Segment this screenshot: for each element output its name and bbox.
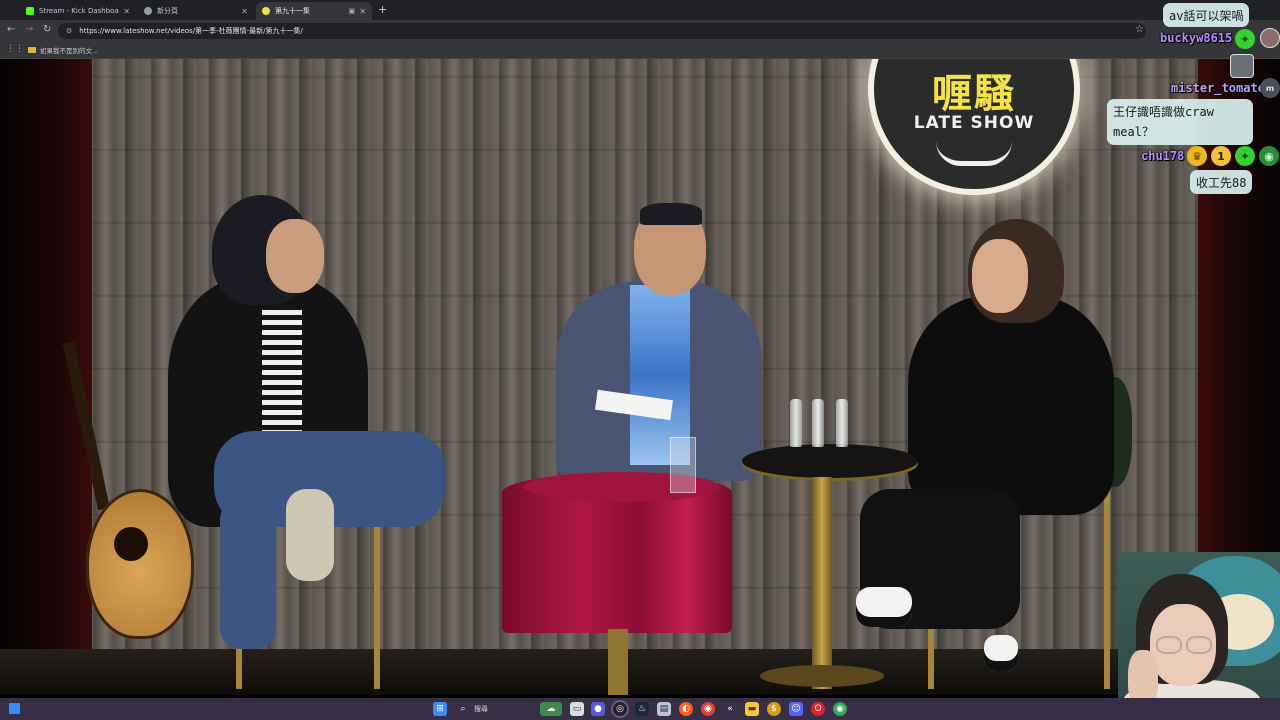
- tab-new-tab[interactable]: 新分頁 ✕: [138, 2, 254, 20]
- coin-icon[interactable]: $: [767, 702, 781, 716]
- glasses-icon: [1156, 636, 1182, 654]
- table-pole: [608, 629, 628, 695]
- windows-taskbar: ⊞ ⌕ 搜尋 ☁ ▭ ● ◎ ♨ ▤ ◐ ◉ « ▬ $ ☺ O ◉: [0, 698, 1280, 720]
- arrow-icon[interactable]: «: [723, 702, 737, 716]
- face: [972, 239, 1028, 313]
- new-tab-button[interactable]: +: [378, 3, 387, 16]
- sneaker: [286, 489, 334, 581]
- logo-subtitle: LATE SHOW: [913, 113, 1035, 133]
- mod-badge-icon: m: [1260, 78, 1280, 98]
- striped-shirt: [262, 305, 302, 445]
- chat-message-text: 王仔識唔識做craw meal？: [1113, 105, 1214, 139]
- tab-close-icon[interactable]: ✕: [123, 7, 130, 16]
- tab-close-icon[interactable]: ✕: [241, 7, 248, 16]
- browser-toolbar: ← → ↻ ⚙ https://www.lateshow.net/videos/…: [0, 20, 1280, 42]
- tab-cast-icon[interactable]: ▣: [349, 7, 356, 15]
- stage-floor: [0, 649, 1280, 695]
- chrome-icon[interactable]: ◉: [701, 702, 715, 716]
- search-icon[interactable]: ⌕: [456, 702, 470, 716]
- webcam-overlay: [1118, 552, 1280, 720]
- logo-smile-icon: [936, 141, 1012, 166]
- crown-badge-icon: ♛: [1187, 146, 1207, 166]
- face: [266, 219, 324, 293]
- bookmark-item[interactable]: 如果我不是別的文...: [28, 44, 98, 56]
- chat-message-text: av話可以架喎: [1169, 9, 1244, 23]
- site-info-icon[interactable]: ⚙: [66, 27, 72, 35]
- water-bottle: [790, 399, 802, 447]
- water-bottle: [812, 399, 824, 447]
- logo-title: 喱騷: [932, 70, 1016, 117]
- chat-bubble: av話可以架喎: [1163, 3, 1250, 27]
- chat-username: chu178: [1141, 149, 1185, 163]
- shoe: [856, 587, 912, 627]
- apps-icon[interactable]: ⋮⋮: [6, 44, 24, 54]
- sticker-icon: [1230, 54, 1254, 78]
- star-badge-icon: ✦: [1235, 29, 1255, 49]
- folder-icon[interactable]: ▬: [745, 702, 759, 716]
- chat-message-text: 收工先88: [1196, 176, 1247, 190]
- url-text: https://www.lateshow.net/videos/第一季-杜薇團情…: [79, 27, 303, 35]
- chat-bubble: 收工先88: [1190, 170, 1253, 194]
- star-icon[interactable]: ☆: [1135, 24, 1144, 35]
- folder-icon: [28, 47, 36, 53]
- globe-badge-icon: ◉: [1259, 146, 1279, 166]
- chat-username: mister_tomato: [1171, 81, 1265, 95]
- bookmarks-bar: ⋮⋮ 如果我不是別的文...: [0, 42, 1280, 59]
- table-base: [760, 665, 884, 687]
- obs-icon[interactable]: ◎: [613, 702, 627, 716]
- stool-leg: [374, 519, 380, 689]
- globe-favicon-icon: [144, 7, 152, 15]
- tab-close-icon[interactable]: ✕: [359, 7, 366, 16]
- kick-favicon-icon: [26, 7, 34, 15]
- search-label[interactable]: 搜尋: [474, 704, 488, 714]
- back-icon[interactable]: ←: [7, 24, 15, 35]
- task-view-icon[interactable]: ▭: [570, 702, 584, 716]
- black-dress: [908, 295, 1114, 515]
- star-badge-icon: ✦: [1235, 146, 1255, 166]
- glasses-icon: [1186, 636, 1212, 654]
- tab-title: Stream - Kick Dashboard: [39, 7, 120, 15]
- windows-logo-icon[interactable]: [9, 703, 20, 714]
- rank-badge-icon: 1: [1211, 146, 1231, 166]
- lateshow-favicon-icon: [262, 7, 270, 15]
- tab-episode-91[interactable]: 第九十一集 ▣ ✕: [256, 2, 372, 20]
- black-table: [742, 444, 918, 478]
- water-bottle: [836, 399, 848, 447]
- shoe: [984, 635, 1018, 671]
- chat-username: buckyw8615: [1160, 31, 1233, 45]
- tab-strip: Stream - Kick Dashboard ✕ 新分頁 ✕ 第九十一集 ▣ …: [0, 0, 1280, 20]
- video-player[interactable]: 喱騷 LATE SHOW: [0, 59, 1280, 695]
- tab-kick-dashboard[interactable]: Stream - Kick Dashboard ✕: [20, 2, 136, 20]
- hair: [640, 203, 702, 225]
- chat-bubble: 王仔識唔識做craw meal？: [1107, 99, 1253, 145]
- avatar: [1260, 28, 1280, 48]
- guitar-soundhole: [114, 527, 148, 561]
- tab-title: 新分頁: [157, 7, 178, 15]
- jeans-lower: [220, 499, 276, 649]
- water-glass: [670, 437, 696, 493]
- address-bar[interactable]: ⚙ https://www.lateshow.net/videos/第一季-杜薇…: [58, 23, 1146, 39]
- bookmark-label: 如果我不是別的文...: [40, 47, 99, 55]
- firefox-icon[interactable]: ◐: [679, 702, 693, 716]
- table-pole: [812, 477, 832, 689]
- chat-icon[interactable]: ●: [591, 702, 605, 716]
- discord-icon[interactable]: ☺: [789, 702, 803, 716]
- screen-icon[interactable]: ▤: [657, 702, 671, 716]
- tab-title: 第九十一集: [275, 7, 310, 15]
- steam-icon[interactable]: ♨: [635, 702, 649, 716]
- opera-icon[interactable]: O: [811, 702, 825, 716]
- forward-icon[interactable]: →: [25, 24, 33, 35]
- widgets-icon[interactable]: ☁: [540, 702, 562, 716]
- chrome-alt-icon[interactable]: ◉: [833, 702, 847, 716]
- start-icon[interactable]: ⊞: [433, 702, 447, 716]
- guitar-icon: [86, 489, 194, 639]
- reload-icon[interactable]: ↻: [43, 24, 51, 35]
